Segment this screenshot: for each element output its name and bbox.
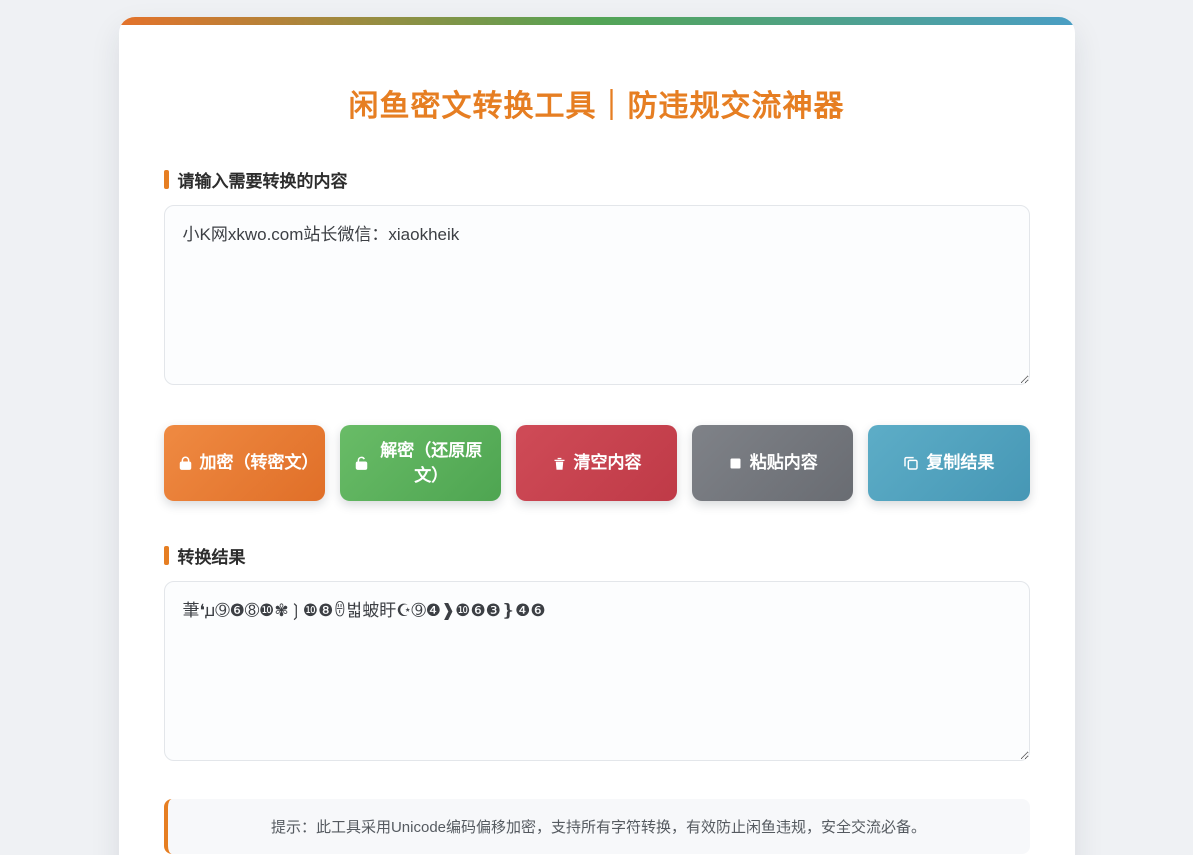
paste-button-label: 粘贴内容: [750, 450, 818, 476]
encrypt-button[interactable]: 加密（转密文）: [164, 425, 325, 501]
accent-bar: [164, 170, 169, 189]
input-label-text: 请输入需要转换的内容: [178, 167, 348, 192]
decrypt-button[interactable]: 解密（还原原文）: [340, 425, 501, 501]
copy-button-label: 复制结果: [926, 450, 994, 476]
result-label-text: 转换结果: [178, 543, 246, 568]
paste-button[interactable]: 粘贴内容: [692, 425, 853, 501]
header-gradient-bar: [119, 17, 1075, 25]
trash-icon: [552, 456, 567, 471]
clipboard-icon: [728, 456, 743, 471]
page-title: 闲鱼密文转换工具｜防违规交流神器: [164, 81, 1030, 125]
clear-button-label: 清空内容: [574, 450, 642, 476]
card-content: 闲鱼密文转换工具｜防违规交流神器 请输入需要转换的内容 小K网xkwo.com站…: [119, 25, 1075, 855]
button-row: 加密（转密文） 解密（还原原文） 清空内容: [164, 425, 1030, 501]
accent-bar: [164, 546, 169, 565]
result-section-label: 转换结果: [164, 543, 1030, 568]
copy-button[interactable]: 复制结果: [868, 425, 1029, 501]
copy-icon: [903, 455, 919, 471]
tip-text: 提示：此工具采用Unicode编码偏移加密，支持所有字符转换，有效防止闲鱼违规，…: [271, 819, 926, 836]
lock-icon: [178, 456, 193, 471]
main-card: 闲鱼密文转换工具｜防违规交流神器 请输入需要转换的内容 小K网xkwo.com站…: [119, 17, 1075, 855]
input-section-label: 请输入需要转换的内容: [164, 167, 1030, 192]
unlock-icon: [354, 456, 369, 471]
tip-box: 提示：此工具采用Unicode编码偏移加密，支持所有字符转换，有效防止闲鱼违规，…: [164, 799, 1030, 854]
encrypt-button-label: 加密（转密文）: [200, 450, 311, 476]
result-textarea[interactable]: 茟❛ꙡ➈❻➇❿✾❳❿❽ꇩ벏蚾盱☪➈❹❱❿❻❸❵❹❻: [164, 581, 1030, 761]
decrypt-button-label: 解密（还原原文）: [376, 438, 487, 489]
clear-button[interactable]: 清空内容: [516, 425, 677, 501]
input-textarea[interactable]: 小K网xkwo.com站长微信：xiaokheik: [164, 205, 1030, 385]
